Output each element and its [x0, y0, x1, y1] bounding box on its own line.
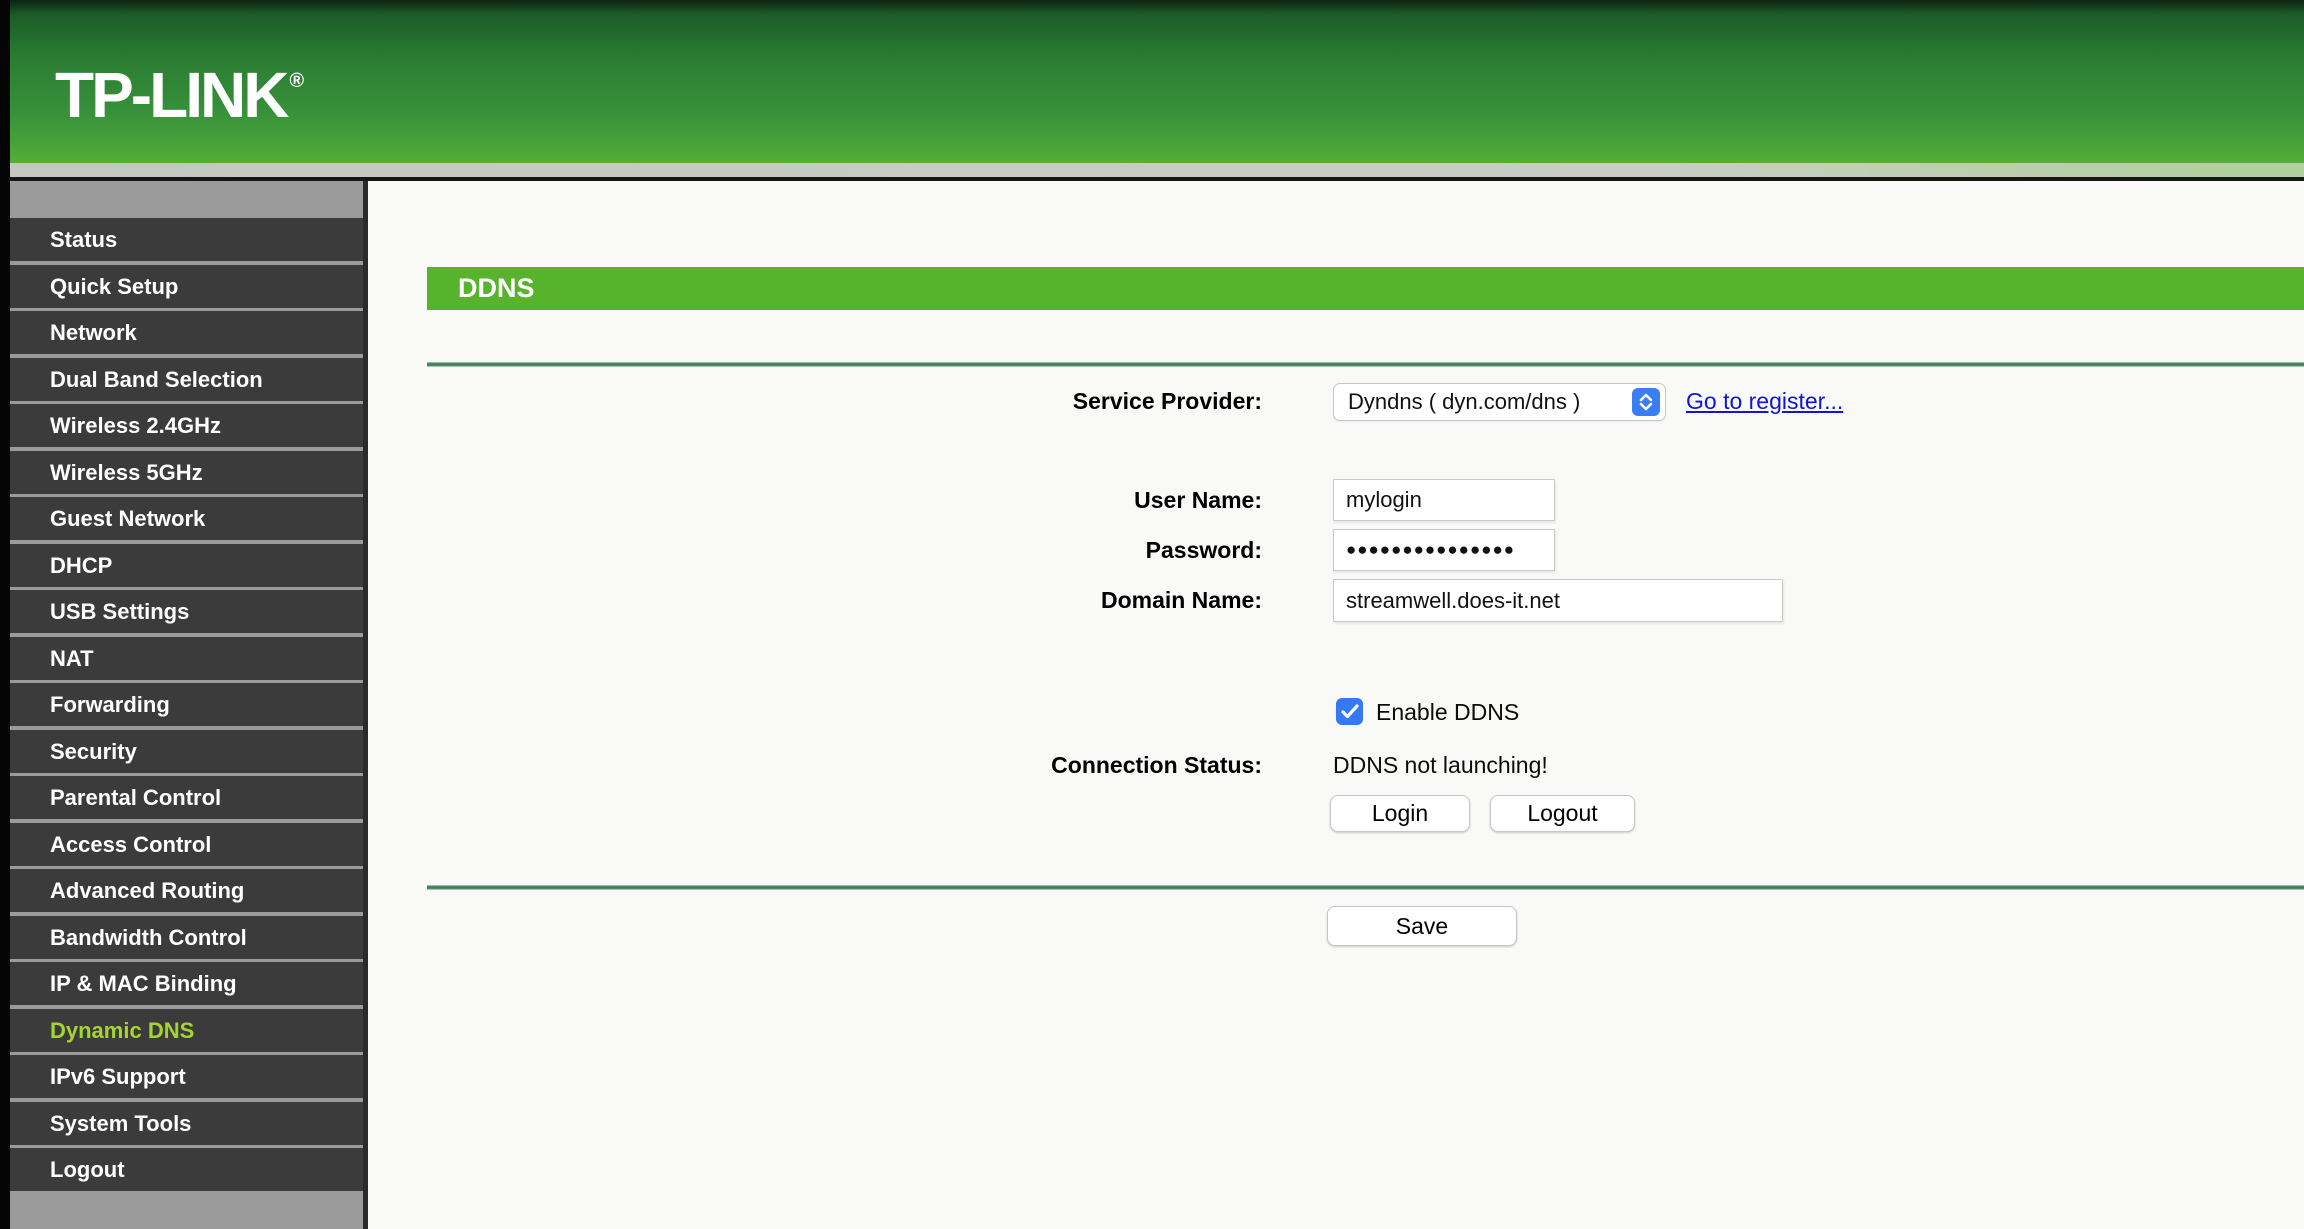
sidebar-item-network[interactable]: Network: [10, 311, 363, 354]
header-banner: TP-LINK ®: [0, 0, 2304, 163]
domain-name-input[interactable]: [1333, 579, 1783, 622]
sidebar-item-system-tools[interactable]: System Tools: [10, 1101, 363, 1145]
sidebar-item-logout[interactable]: Logout: [10, 1148, 363, 1191]
sidebar-item-guest-network[interactable]: Guest Network: [10, 497, 363, 540]
user-name-label: User Name:: [1134, 487, 1262, 513]
domain-name-label: Domain Name:: [1100, 587, 1262, 613]
password-label: Password:: [1145, 537, 1262, 563]
header-divider-light: [0, 163, 2304, 177]
sidebar-item-dhcp[interactable]: DHCP: [10, 543, 363, 587]
main-content: DDNS Service Provider: Dyndns ( dyn.com/…: [368, 181, 2304, 1229]
sidebar-item-dual-band-selection[interactable]: Dual Band Selection: [10, 357, 363, 401]
checkmark-icon: [1340, 704, 1359, 719]
sidebar-item-quick-setup[interactable]: Quick Setup: [10, 264, 363, 308]
sidebar-item-wireless-5ghz[interactable]: Wireless 5GHz: [10, 450, 363, 494]
login-button[interactable]: Login: [1330, 795, 1470, 832]
password-input[interactable]: [1333, 529, 1555, 571]
sidebar-item-dynamic-dns[interactable]: Dynamic DNS: [10, 1008, 363, 1052]
enable-ddns-checkbox[interactable]: [1336, 698, 1363, 725]
section-separator-top: [427, 362, 2304, 367]
sidebar-item-usb-settings[interactable]: USB Settings: [10, 590, 363, 633]
sidebar-item-security[interactable]: Security: [10, 729, 363, 773]
sidebar-menu: Status Quick Setup Network Dual Band Select…: [10, 181, 363, 1229]
sidebar-item-ip-mac-binding[interactable]: IP & MAC Binding: [10, 962, 363, 1005]
page-left-border: [0, 0, 10, 1229]
tplink-logo: TP-LINK ®: [55, 59, 305, 131]
service-provider-select[interactable]: Dyndns ( dyn.com/dns ): [1333, 383, 1666, 421]
sidebar-item-forwarding[interactable]: Forwarding: [10, 683, 363, 726]
sidebar-item-ipv6-support[interactable]: IPv6 Support: [10, 1055, 363, 1098]
section-separator-bottom: [427, 885, 2304, 890]
service-provider-selected-value: Dyndns ( dyn.com/dns ): [1348, 389, 1581, 414]
sidebar-item-access-control[interactable]: Access Control: [10, 822, 363, 866]
sidebar-item-status[interactable]: Status: [10, 218, 363, 261]
go-to-register-link[interactable]: Go to register...: [1686, 386, 1843, 416]
sidebar-item-nat[interactable]: NAT: [10, 636, 363, 680]
select-stepper-icon: [1632, 388, 1660, 416]
user-name-input[interactable]: [1333, 479, 1555, 521]
connection-status-label: Connection Status:: [1051, 752, 1262, 778]
save-button[interactable]: Save: [1327, 906, 1517, 946]
registered-mark: ®: [289, 69, 305, 92]
sidebar-item-wireless-24ghz[interactable]: Wireless 2.4GHz: [10, 404, 363, 447]
service-provider-label: Service Provider:: [1072, 388, 1262, 414]
sidebar-item-bandwidth-control[interactable]: Bandwidth Control: [10, 915, 363, 959]
page-title: DDNS: [427, 267, 2304, 310]
sidebar-item-parental-control[interactable]: Parental Control: [10, 776, 363, 819]
logout-button[interactable]: Logout: [1490, 795, 1635, 832]
sidebar-item-advanced-routing[interactable]: Advanced Routing: [10, 869, 363, 912]
connection-status-value: DDNS not launching!: [1333, 752, 1548, 778]
enable-ddns-label: Enable DDNS: [1376, 699, 1520, 725]
